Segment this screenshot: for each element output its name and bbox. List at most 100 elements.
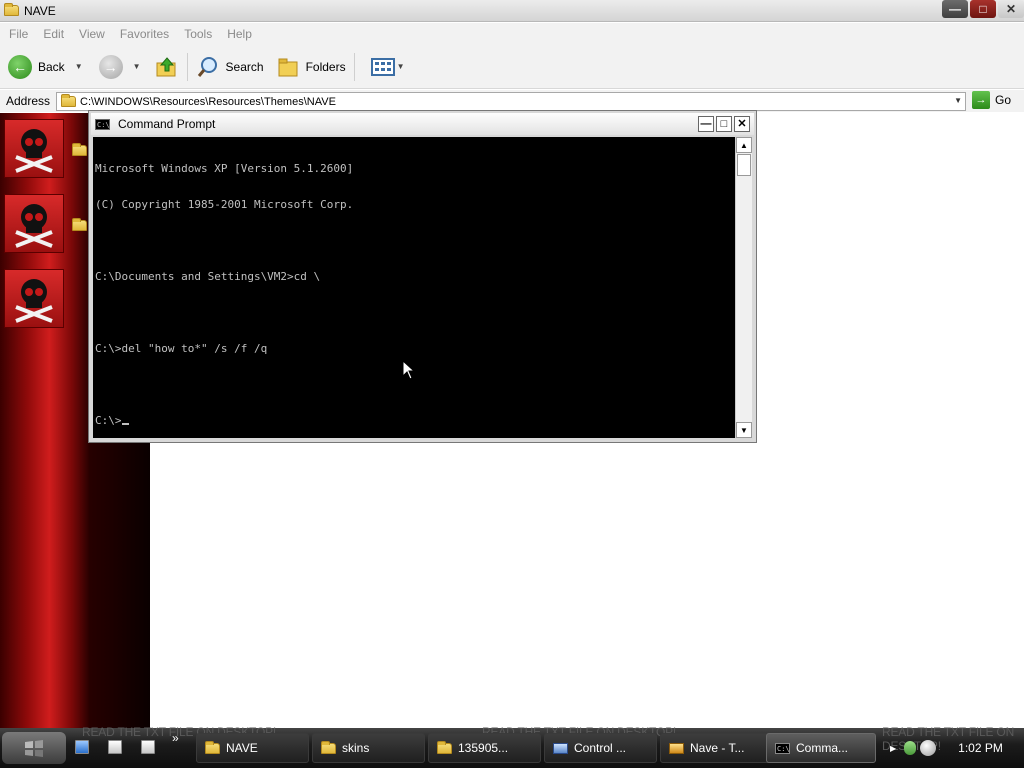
clock[interactable]: 1:02 PM	[958, 741, 1003, 755]
network-tray-icon[interactable]	[920, 740, 937, 756]
menu-help[interactable]: Help	[227, 27, 252, 41]
cmd-minimize-button[interactable]: —	[698, 116, 714, 132]
search-button[interactable]: Search	[196, 55, 264, 79]
folders-button[interactable]: Folders	[276, 55, 346, 79]
taskbar-item-135905[interactable]: 135905...	[428, 733, 541, 763]
system-tray: ▶ 1:02 PM	[882, 732, 1022, 764]
taskbar-item-label: 135905...	[458, 741, 509, 755]
close-button[interactable]: ✕	[998, 0, 1024, 18]
text-cursor	[121, 423, 129, 425]
cmd-title: Command Prompt	[118, 117, 216, 131]
folders-label: Folders	[305, 59, 346, 74]
skull-file-icon[interactable]	[4, 269, 64, 328]
views-dropdown-icon[interactable]: ▼	[397, 62, 405, 71]
cmd-scrollbar[interactable]: ▲ ▼	[735, 137, 752, 438]
ie-quicklaunch-icon[interactable]	[75, 740, 89, 754]
address-value: C:\WINDOWS\Resources\Resources\Themes\NA…	[80, 95, 336, 108]
command-prompt-window[interactable]: C:\ Command Prompt — □ ✕ Microsoft Windo…	[88, 110, 757, 443]
search-label: Search	[225, 59, 264, 74]
console-prompt-line: C:\>	[95, 415, 733, 427]
up-folder-button[interactable]	[155, 55, 179, 79]
forward-arrow-icon: →	[98, 54, 123, 79]
menu-edit[interactable]: Edit	[43, 27, 64, 41]
search-icon	[197, 56, 217, 77]
console-output[interactable]: Microsoft Windows XP [Version 5.1.2600] …	[93, 137, 735, 438]
document-quicklaunch-icon[interactable]	[141, 740, 155, 754]
toolbar-separator	[353, 52, 355, 81]
forward-dropdown-icon[interactable]: ▼	[133, 62, 141, 71]
address-dropdown-icon[interactable]: ▼	[954, 96, 962, 105]
start-button[interactable]	[2, 732, 66, 764]
menu-favorites[interactable]: Favorites	[120, 27, 169, 41]
console-prompt: C:\>	[95, 414, 122, 427]
cmd-title-bar[interactable]: C:\ Command Prompt — □ ✕	[91, 113, 754, 135]
taskbar-item-label: Comma...	[796, 741, 849, 755]
taskbar-item-command-prompt[interactable]: C:\ Comma...	[766, 733, 876, 763]
forward-button[interactable]: → ▼	[98, 54, 141, 79]
go-label: Go	[995, 93, 1012, 107]
taskbar-item-control-panel[interactable]: Control ...	[544, 733, 657, 763]
scroll-down-icon[interactable]: ▼	[736, 422, 752, 438]
address-label: Address	[6, 94, 51, 108]
toolbar: ← Back ▼ → ▼ Search Folders ▼	[0, 45, 1024, 89]
folder-icon	[61, 94, 76, 107]
skull-file-icon[interactable]	[4, 119, 64, 178]
go-button[interactable]: → Go	[972, 91, 1011, 109]
menu-bar: File Edit View Favorites Tools Help	[0, 23, 1024, 45]
console-line: C:\>del "how to*" /s /f /q	[95, 342, 268, 355]
console-line: (C) Copyright 1985-2001 Microsoft Corp.	[95, 198, 354, 211]
folders-icon	[278, 58, 298, 76]
taskbar-item-nave-paint[interactable]: Nave - T...	[660, 733, 773, 763]
quicklaunch-overflow-icon[interactable]: »	[172, 731, 179, 745]
taskbar-item-nave[interactable]: NAVE	[196, 733, 309, 763]
tray-expand-icon[interactable]: ▶	[890, 744, 896, 753]
skull-file-icon[interactable]	[4, 194, 64, 253]
back-label: Back	[38, 59, 65, 74]
paint-icon	[669, 742, 684, 754]
taskbar-item-label: skins	[342, 741, 370, 755]
folder-icon	[4, 3, 19, 16]
folder-icon	[205, 740, 220, 754]
back-arrow-icon: ←	[8, 54, 32, 79]
window-title: NAVE	[24, 3, 56, 18]
scroll-up-icon[interactable]: ▲	[736, 137, 752, 153]
views-button[interactable]: ▼	[370, 57, 405, 77]
folder-icon[interactable]	[72, 143, 87, 156]
up-folder-icon	[156, 56, 176, 76]
folder-icon	[321, 740, 336, 754]
toolbar-separator	[186, 52, 188, 81]
folder-icon[interactable]	[72, 218, 87, 231]
cmd-maximize-button[interactable]: □	[716, 116, 732, 132]
menu-tools[interactable]: Tools	[184, 27, 212, 41]
explorer-title-bar[interactable]: NAVE — □ ✕	[0, 0, 1024, 22]
console-line: Microsoft Windows XP [Version 5.1.2600]	[95, 162, 354, 175]
menu-view[interactable]: View	[79, 27, 105, 41]
taskbar-item-label: Control ...	[574, 741, 627, 755]
taskbar-item-skins[interactable]: skins	[312, 733, 425, 763]
minimize-button[interactable]: —	[942, 0, 968, 18]
cmd-icon: C:\	[95, 118, 110, 130]
notepad-quicklaunch-icon[interactable]	[108, 740, 122, 754]
cmd-icon: C:\	[775, 742, 790, 754]
windows-logo-icon	[25, 740, 43, 757]
taskbar-item-label: Nave - T...	[690, 741, 745, 755]
menu-file[interactable]: File	[9, 27, 28, 41]
scroll-thumb[interactable]	[737, 154, 751, 176]
back-button[interactable]: ← Back ▼	[8, 54, 83, 79]
folder-icon	[437, 740, 452, 754]
address-bar: Address C:\WINDOWS\Resources\Resources\T…	[0, 90, 1024, 112]
go-arrow-icon: →	[972, 91, 990, 109]
taskbar-item-label: NAVE	[226, 741, 258, 755]
s-tray-icon[interactable]	[904, 741, 917, 755]
address-field[interactable]: C:\WINDOWS\Resources\Resources\Themes\NA…	[56, 92, 966, 111]
cmd-close-button[interactable]: ✕	[734, 116, 750, 132]
mouse-pointer-icon	[402, 360, 414, 380]
maximize-button[interactable]: □	[970, 0, 996, 18]
views-icon	[370, 57, 395, 76]
control-panel-icon	[553, 742, 568, 754]
taskbar: READ THE TXT FILE ON DESKTOP! READ THE T…	[0, 725, 1024, 768]
back-dropdown-icon[interactable]: ▼	[75, 62, 83, 71]
